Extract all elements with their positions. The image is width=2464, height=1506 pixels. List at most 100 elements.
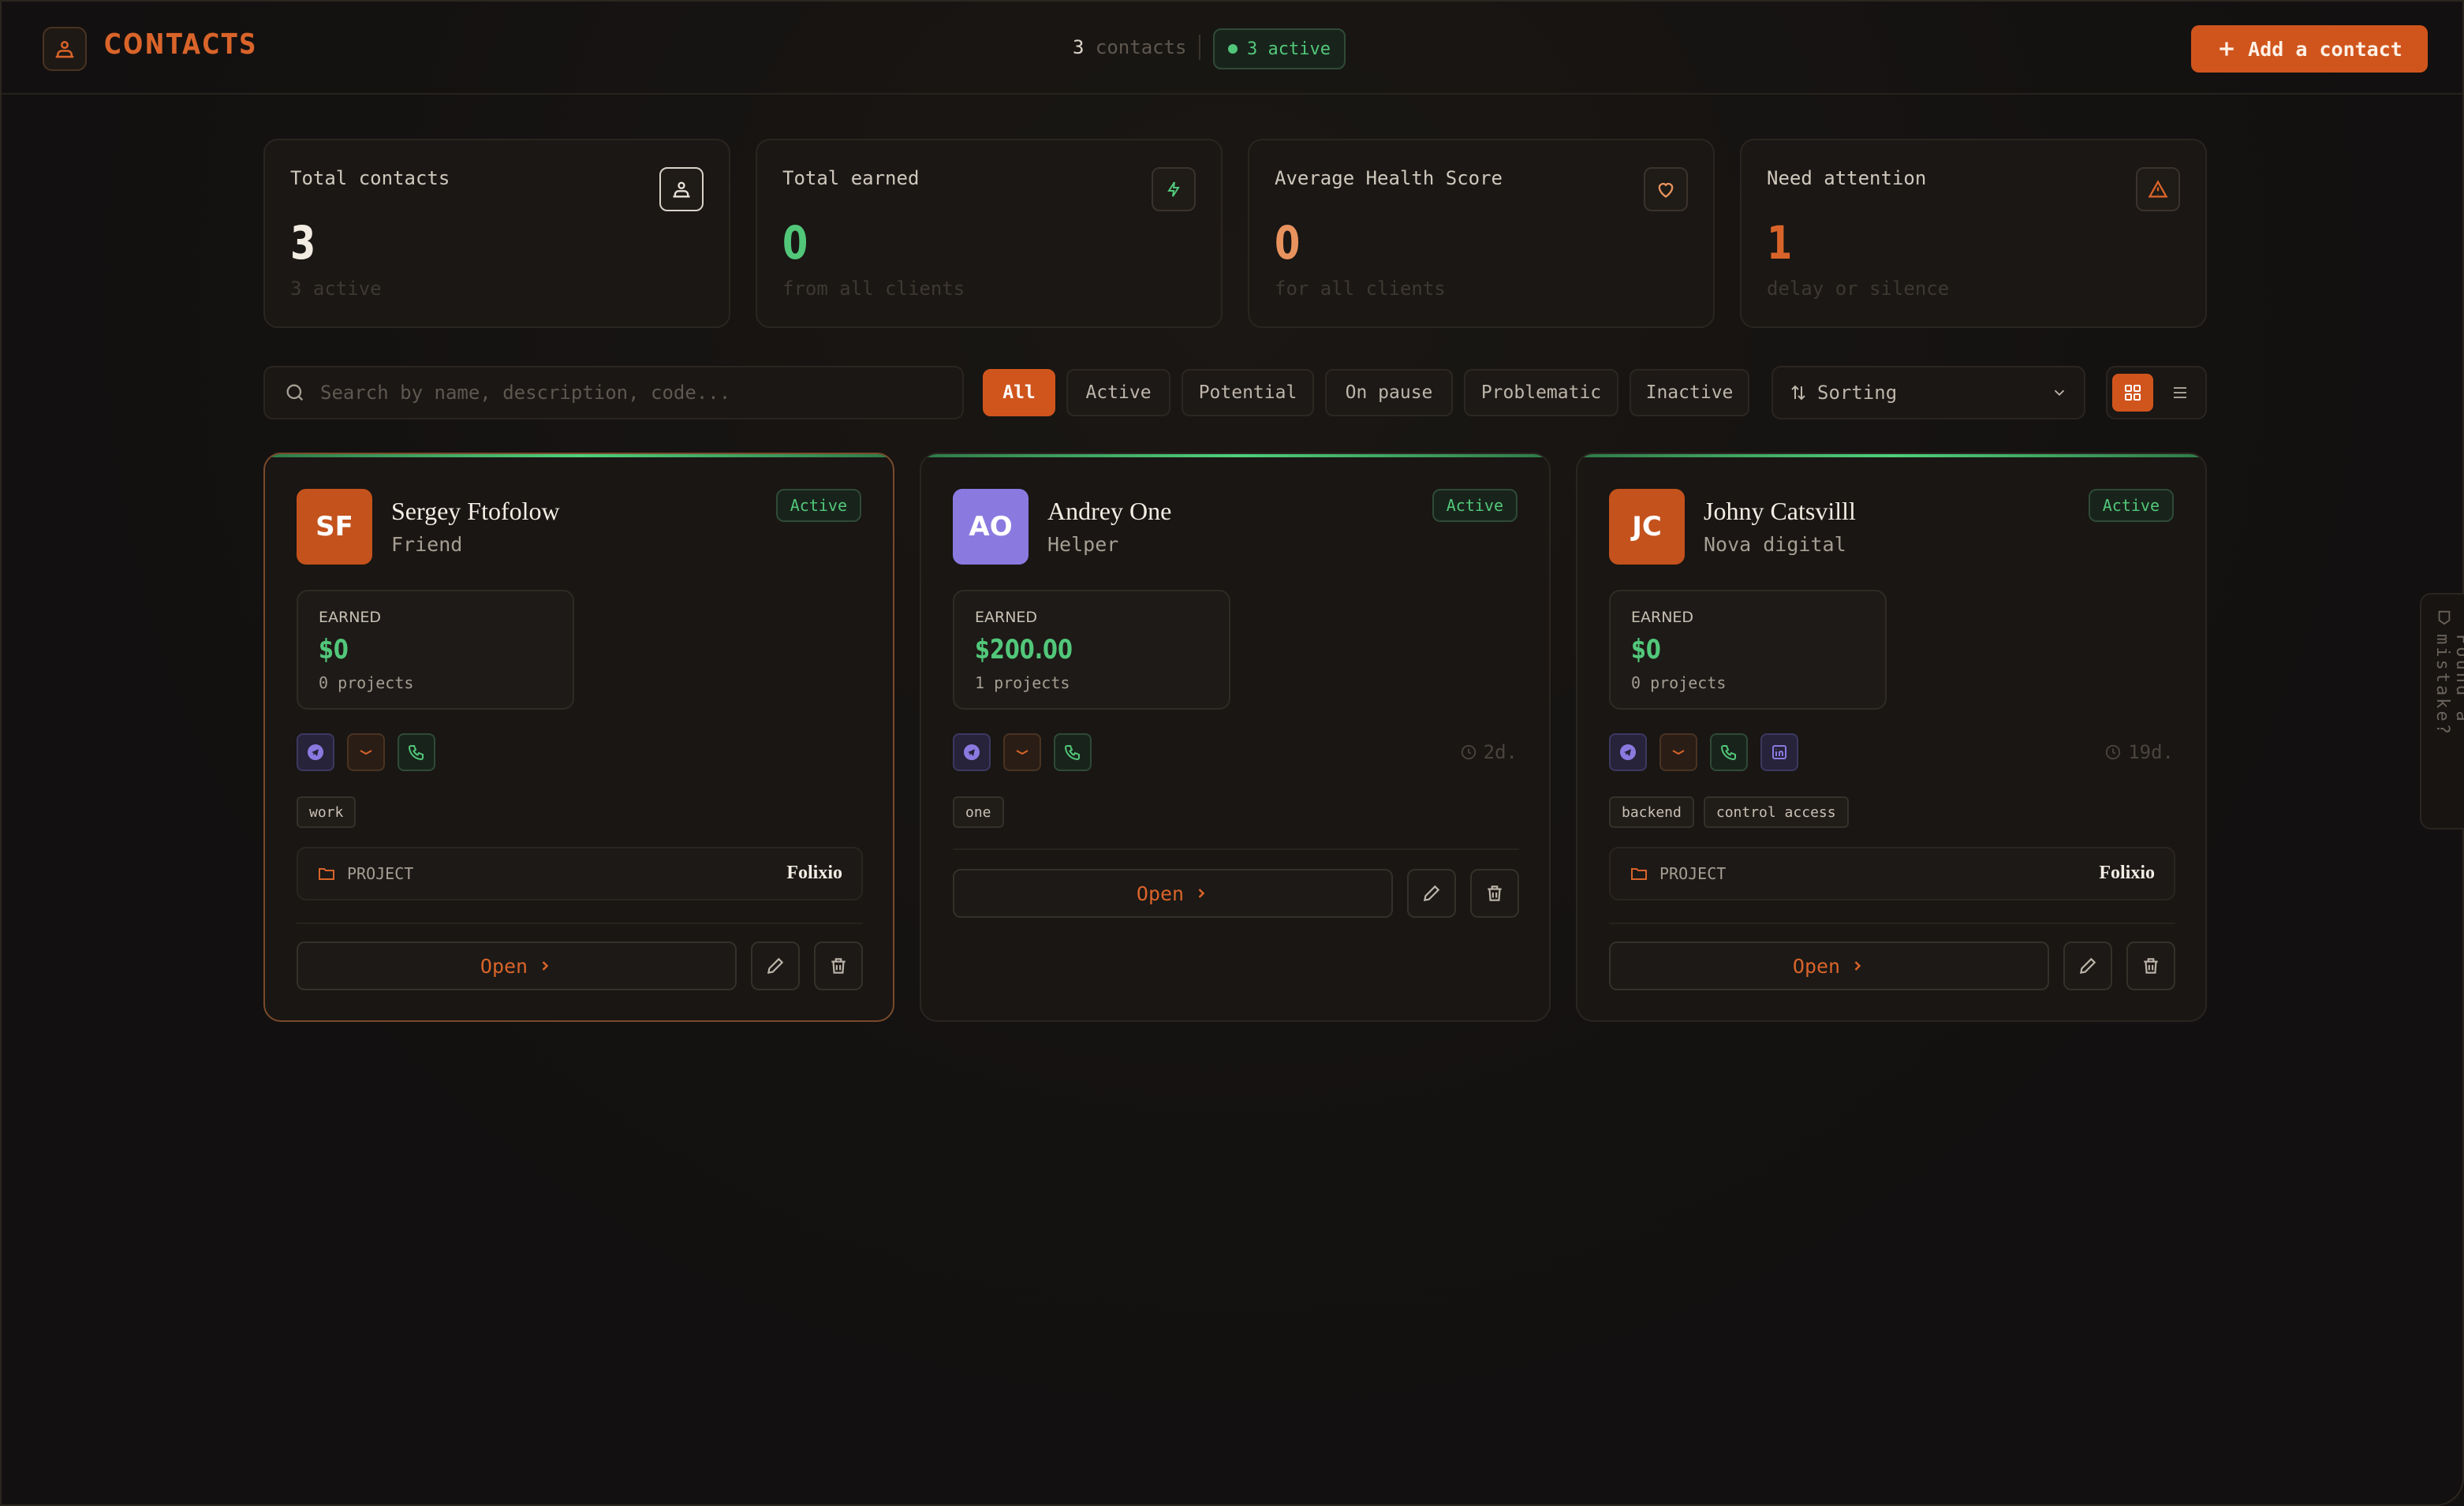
project-row[interactable]: PROJECT Folixio: [1609, 847, 2175, 900]
earned-box: EARNED $0 0 projects: [1609, 590, 1887, 710]
app-frame: CONTACTS 3 contacts 3 active Add a conta…: [0, 0, 2464, 1506]
feedback-tab[interactable]: Found a mistake?: [2420, 593, 2464, 829]
trash-icon: [1488, 885, 1502, 901]
mail-icon[interactable]: [347, 733, 385, 771]
chevron-right-icon: [542, 961, 549, 971]
status-badge: Active: [2088, 489, 2174, 522]
earned-box: EARNED $200.00 1 projects: [953, 590, 1230, 710]
stat-sub: for all clients: [1275, 278, 1446, 300]
earned-label: EARNED: [319, 609, 382, 626]
last-seen-label: 19d.: [2128, 741, 2174, 763]
phone-icon[interactable]: [1710, 733, 1748, 771]
stat-value: 0: [782, 216, 808, 270]
contact-role: Nova digital: [1704, 533, 1846, 556]
list-view-button[interactable]: [2160, 374, 2201, 412]
contact-channels: [297, 733, 435, 771]
tag: backend: [1609, 796, 1694, 828]
grid-view-button[interactable]: [2112, 374, 2153, 412]
open-contact-button[interactable]: Open: [297, 941, 737, 990]
list-icon: [2174, 387, 2186, 398]
search-box: [263, 366, 964, 419]
phone-icon[interactable]: [398, 733, 435, 771]
status-dot-icon: [1228, 44, 1238, 54]
sort-label: Sorting: [1817, 382, 1898, 404]
open-label: Open: [480, 954, 528, 978]
telegram-icon[interactable]: [1609, 733, 1647, 771]
phone-icon[interactable]: [1054, 733, 1092, 771]
project-name: Folixio: [786, 863, 842, 883]
delete-button[interactable]: [2126, 941, 2175, 990]
contact-card[interactable]: JC Johny Catsvilll Nova digital Active E…: [1576, 453, 2207, 1022]
open-label: Open: [1136, 882, 1185, 905]
contact-role: Helper: [1047, 533, 1119, 556]
earned-value: $0: [1631, 634, 1661, 665]
stat-label: Total earned: [782, 167, 920, 189]
sort-arrows-icon: [1791, 385, 1805, 401]
last-contact-time: 2d.: [1460, 741, 1518, 763]
contact-card[interactable]: AO Andrey One Helper Active EARNED $200.…: [920, 453, 1551, 1022]
stat-card-total-contacts: Total contacts 3 3 active: [263, 139, 730, 328]
page-title: CONTACTS: [104, 28, 258, 61]
lightning-icon: [1152, 167, 1196, 211]
delete-button[interactable]: [1470, 869, 1519, 918]
filter-chip-on-pause[interactable]: On pause: [1325, 369, 1453, 416]
filter-chip-potential[interactable]: Potential: [1182, 369, 1314, 416]
card-accent-line: [921, 454, 1549, 457]
earned-value: $200.00: [975, 634, 1073, 665]
earned-value: $0: [319, 634, 349, 665]
trash-icon: [2144, 958, 2158, 974]
contact-channels: [1609, 733, 1798, 771]
pencil-icon: [1423, 885, 1440, 902]
status-badge: Active: [775, 489, 861, 522]
edit-button[interactable]: [751, 941, 800, 990]
project-label: PROJECT: [347, 864, 414, 883]
avatar: SF: [297, 489, 372, 565]
active-count-label: 3 active: [1247, 39, 1331, 59]
projects-count: 0 projects: [319, 673, 414, 692]
filter-chip-active[interactable]: Active: [1066, 369, 1170, 416]
sort-dropdown[interactable]: Sorting: [1771, 366, 2085, 419]
card-divider: [953, 848, 1519, 850]
stat-value: 1: [1767, 216, 1793, 270]
filter-chip-inactive[interactable]: Inactive: [1630, 369, 1749, 416]
contact-name: Johny Catsvilll: [1704, 497, 1856, 525]
heart-icon: [1644, 167, 1688, 211]
stat-value: 3: [290, 216, 316, 270]
stat-card-total-earned: Total earned 0 from all clients: [756, 139, 1223, 328]
telegram-icon[interactable]: [953, 733, 991, 771]
top-bar: CONTACTS 3 contacts 3 active Add a conta…: [2, 2, 2462, 95]
telegram-icon[interactable]: [297, 733, 334, 771]
delete-button[interactable]: [814, 941, 863, 990]
earned-box: EARNED $0 0 projects: [297, 590, 574, 710]
avatar: AO: [953, 489, 1029, 565]
contact-card[interactable]: SF Sergey Ftofolow Friend Active EARNED …: [263, 453, 894, 1022]
open-contact-button[interactable]: Open: [1609, 941, 2049, 990]
open-label: Open: [1792, 954, 1841, 978]
edit-button[interactable]: [2063, 941, 2112, 990]
mail-icon[interactable]: [1659, 733, 1697, 771]
chevron-down-icon: [2054, 390, 2065, 397]
contact-name: Sergey Ftofolow: [391, 497, 560, 525]
stat-sub: from all clients: [782, 278, 965, 300]
card-accent-line: [265, 454, 893, 457]
edit-button[interactable]: [1407, 869, 1456, 918]
linkedin-icon[interactable]: [1760, 733, 1798, 771]
pencil-icon: [767, 957, 784, 975]
filter-chip-all[interactable]: All: [983, 369, 1055, 416]
filter-chip-problematic[interactable]: Problematic: [1464, 369, 1618, 416]
tag: control access: [1703, 796, 1849, 828]
clock-icon: [2106, 744, 2121, 760]
feedback-label: Found a mistake?: [2432, 634, 2464, 736]
last-contact-time: 19d.: [2104, 741, 2174, 763]
open-contact-button[interactable]: Open: [953, 869, 1393, 918]
search-input[interactable]: [320, 382, 951, 404]
card-accent-line: [1577, 454, 2205, 457]
grid-icon: [2125, 385, 2141, 401]
status-badge: Active: [1432, 489, 1518, 522]
stat-label: Total contacts: [290, 167, 450, 189]
project-row[interactable]: PROJECT Folixio: [297, 847, 863, 900]
mail-icon[interactable]: [1003, 733, 1041, 771]
contacts-counter: 3 contacts: [1073, 36, 1187, 58]
chevron-right-icon: [1198, 889, 1205, 898]
add-contact-button[interactable]: Add a contact: [2191, 25, 2428, 73]
